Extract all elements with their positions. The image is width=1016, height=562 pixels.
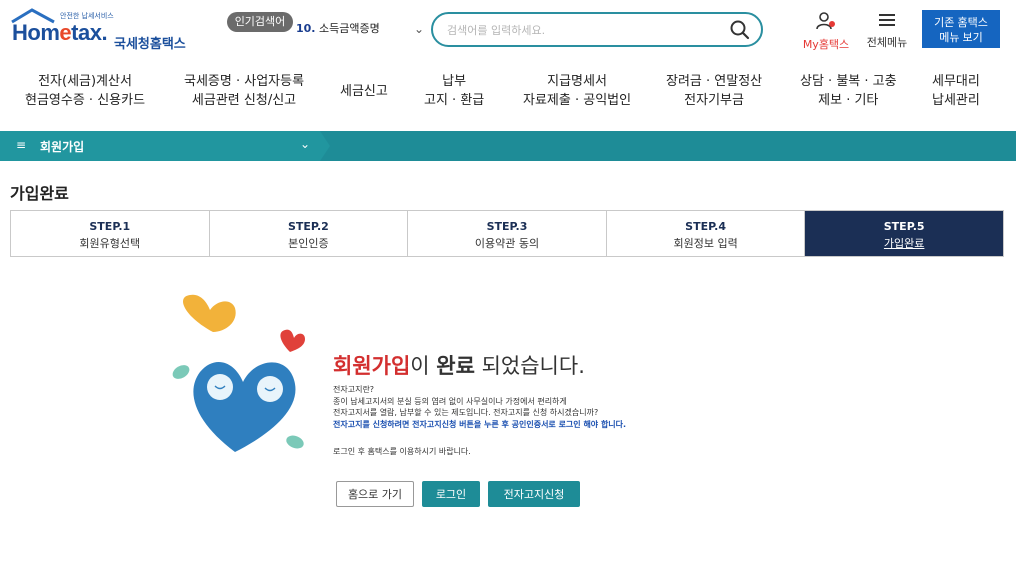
gnb-item-line1: 세금신고 bbox=[340, 84, 388, 99]
breadcrumb: ≡ 회원가입 ⌄ bbox=[0, 131, 1016, 161]
ebill-info-line: 전자고지서를 열람, 납부할 수 있는 제도입니다. 전자고지를 신청 하시겠습… bbox=[333, 408, 599, 417]
search-icon[interactable] bbox=[729, 19, 751, 41]
step-number: STEP.4 bbox=[685, 220, 726, 233]
user-icon bbox=[816, 12, 835, 30]
gnb-item-line1: 지급명세서 bbox=[547, 74, 607, 89]
logo-korean: 국세청홈택스 bbox=[114, 37, 186, 52]
login-hint: 로그인 후 홈택스를 이용하시기 바랍니다. bbox=[333, 447, 471, 456]
go-home-button[interactable]: 홈으로 가기 bbox=[336, 481, 414, 507]
popular-search-badge: 인기검색어 bbox=[227, 12, 293, 32]
step-number: STEP.5 bbox=[883, 220, 925, 233]
gnb-item-payment[interactable]: 납부 고지 · 환급 bbox=[424, 72, 484, 110]
gnb-item-line1: 국세증명 · 사업자등록 bbox=[184, 74, 305, 89]
gnb-item-line2: 전자기부금 bbox=[684, 93, 744, 108]
gnb-item-line2: 현금영수증 · 신용카드 bbox=[25, 93, 146, 108]
gnb-item-tax-agent[interactable]: 세무대리 납세관리 bbox=[932, 72, 980, 110]
popular-search-select[interactable]: 10. 소득금액증명 ⌄ bbox=[296, 16, 424, 42]
ebill-info: 전자고지란? 종이 납세고지서의 분실 등의 염려 없이 사무실이나 가정에서 … bbox=[333, 384, 733, 458]
step-5-active: STEP.5 가입완료 bbox=[805, 211, 1003, 256]
gnb-item-incentive[interactable]: 장려금 · 연말정산 전자기부금 bbox=[666, 72, 762, 110]
gnb-item-line1: 상담 · 불복 · 고충 bbox=[800, 74, 897, 89]
step-1: STEP.1 회원유형선택 bbox=[11, 211, 210, 256]
old-menu-line2: 메뉴 보기 bbox=[939, 32, 983, 44]
gnb-item-line2: 납세관리 bbox=[932, 93, 980, 108]
msg-complete: 완료 bbox=[436, 354, 475, 378]
header: 안전한 납세서비스 Hometax. 국세청홈택스 인기검색어 10. 소득금액… bbox=[0, 0, 1016, 60]
global-nav: 전자(세금)계산서 현금영수증 · 신용카드 국세증명 · 사업자등록 세금관련… bbox=[0, 72, 1016, 122]
gnb-item-line1: 전자(세금)계산서 bbox=[38, 74, 132, 89]
step-number: STEP.1 bbox=[89, 220, 131, 233]
gnb-item-line2: 세금관련 신청/신고 bbox=[191, 93, 297, 108]
step-3: STEP.3 이용약관 동의 bbox=[408, 211, 607, 256]
popular-search-rank: 10. bbox=[296, 22, 316, 35]
chevron-down-icon: ⌄ bbox=[300, 137, 311, 151]
login-button[interactable]: 로그인 bbox=[422, 481, 480, 507]
old-menu-line1: 기존 홈택스 bbox=[934, 17, 988, 29]
step-number: STEP.3 bbox=[486, 220, 528, 233]
chevron-down-icon: ⌄ bbox=[413, 22, 424, 36]
step-label: 이용약관 동의 bbox=[474, 237, 540, 250]
all-menu-link[interactable]: 전체메뉴 bbox=[862, 12, 912, 49]
gnb-item-line1: 납부 bbox=[442, 74, 467, 89]
my-hometax-link[interactable]: My홈택스 bbox=[798, 12, 854, 51]
search-input[interactable] bbox=[447, 21, 717, 39]
hearts-illustration bbox=[172, 294, 305, 452]
search-box bbox=[431, 12, 763, 47]
gnb-item-line1: 장려금 · 연말정산 bbox=[666, 74, 763, 89]
ebill-info-title: 전자고지란? bbox=[333, 385, 375, 394]
completion-message: 회원가입이 완료 되었습니다. bbox=[333, 350, 585, 380]
all-menu-label: 전체메뉴 bbox=[866, 36, 908, 49]
step-number: STEP.2 bbox=[287, 220, 329, 233]
hamburger-menu-icon bbox=[879, 14, 895, 26]
hamburger-icon: ≡ bbox=[16, 138, 27, 152]
step-label: 가입완료 bbox=[883, 237, 925, 250]
step-label: 회원정보 입력 bbox=[673, 237, 738, 250]
logo-wordmark: Hometax. bbox=[12, 20, 108, 45]
old-menu-view-button[interactable]: 기존 홈택스 메뉴 보기 bbox=[922, 10, 1000, 48]
step-2: STEP.2 본인인증 bbox=[210, 211, 409, 256]
step-4: STEP.4 회원정보 입력 bbox=[607, 211, 806, 256]
gnb-item-certificates[interactable]: 국세증명 · 사업자등록 세금관련 신청/신고 bbox=[184, 72, 304, 110]
signup-steps: STEP.1 회원유형선택 STEP.2 본인인증 STEP.3 이용약관 동의… bbox=[10, 210, 1004, 257]
my-hometax-label: My홈택스 bbox=[802, 38, 850, 51]
msg-end: 되었습니다. bbox=[474, 354, 585, 378]
breadcrumb-dropdown[interactable]: ≡ 회원가입 ⌄ bbox=[0, 131, 330, 161]
ebill-info-line: 종이 납세고지서의 분실 등의 염려 없이 사무실이나 가정에서 편리하게 bbox=[333, 396, 567, 406]
ebill-apply-button[interactable]: 전자고지신청 bbox=[488, 481, 580, 507]
msg-mid: 이 bbox=[410, 354, 437, 378]
gnb-item-line2: 자료제출 · 공익법인 bbox=[523, 93, 632, 108]
gnb-item-payment-statement[interactable]: 지급명세서 자료제출 · 공익법인 bbox=[523, 72, 631, 110]
breadcrumb-label: 회원가입 bbox=[40, 140, 85, 154]
gnb-item-etax-invoice[interactable]: 전자(세금)계산서 현금영수증 · 신용카드 bbox=[25, 72, 145, 110]
gnb-item-counsel[interactable]: 상담 · 불복 · 고충 제보 · 기타 bbox=[800, 72, 897, 110]
msg-signup: 회원가입 bbox=[333, 354, 411, 378]
step-label: 회원유형선택 bbox=[79, 237, 141, 250]
page: 안전한 납세서비스 Hometax. 국세청홈택스 인기검색어 10. 소득금액… bbox=[0, 0, 1016, 562]
popular-search-term: 소득금액증명 bbox=[319, 22, 380, 35]
step-label: 본인인증 bbox=[288, 237, 329, 250]
gnb-item-line2: 고지 · 환급 bbox=[424, 93, 485, 108]
gnb-item-line2: 제보 · 기타 bbox=[818, 93, 879, 108]
gnb-item-tax-report[interactable]: 세금신고 bbox=[340, 82, 388, 101]
page-title: 가입완료 bbox=[10, 184, 69, 203]
ebill-info-highlight: 전자고지를 신청하려면 전자고지신청 버튼을 누른 후 공인인증서로 로그인 해… bbox=[333, 419, 627, 429]
hometax-logo[interactable]: 안전한 납세서비스 Hometax. 국세청홈택스 bbox=[10, 8, 186, 52]
gnb-item-line1: 세무대리 bbox=[932, 74, 980, 89]
